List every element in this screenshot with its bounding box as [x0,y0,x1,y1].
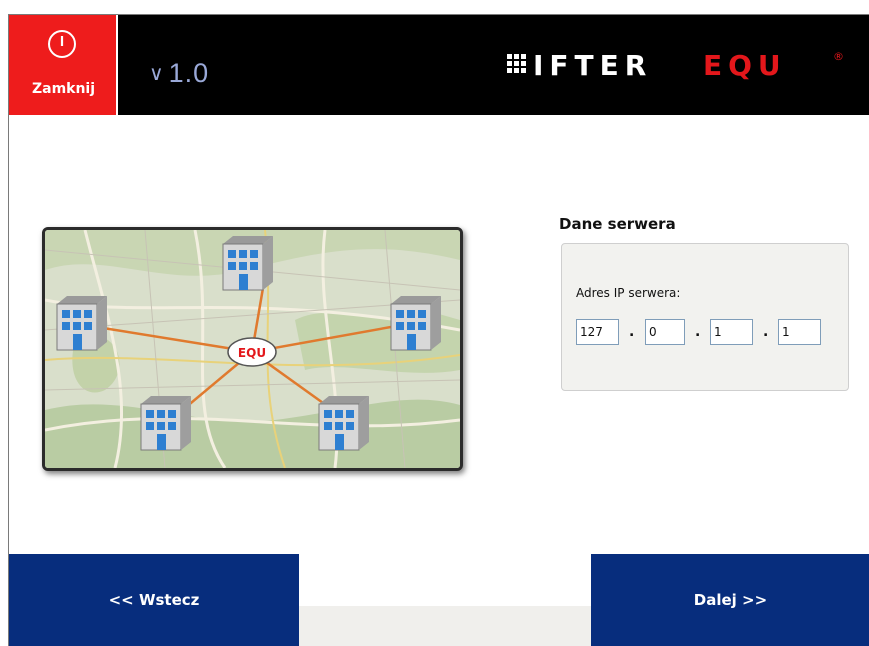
ip-octet-1-input[interactable] [576,319,619,345]
logo-text-ifter: IFTER [533,49,652,82]
close-button-label: Zamknij [31,81,96,97]
header-bar: Zamknij ∨ 1.0 IFTER EQU ® [9,15,869,115]
network-map-illustration: EQU [42,227,463,471]
logo-text-equ: EQU [703,49,787,82]
building-icon [390,296,441,351]
ip-octet-4-input[interactable] [778,319,821,345]
footer-strip [299,606,591,646]
building-icon [318,396,369,451]
power-icon [48,30,76,58]
ip-octet-3-input[interactable] [710,319,753,345]
ip-address-label: Adres IP serwera: [576,286,681,300]
ip-octet-2-input[interactable] [645,319,685,345]
building-icon [140,396,191,451]
version-number: 1.0 [168,58,210,88]
version-chevron: ∨ [149,63,165,85]
ip-separator: . [695,324,701,340]
ifter-equ-logo: IFTER EQU ® [507,49,844,82]
network-map-graphic: EQU [45,230,460,468]
close-button[interactable]: Zamknij [9,15,118,115]
building-icon [222,236,273,291]
building-icon [56,296,107,351]
hub-label: EQU [238,346,266,360]
server-settings-group: Adres IP serwera: . . . [561,243,849,391]
ip-separator: . [629,324,635,340]
section-title-server: Dane serwera [559,215,676,233]
back-button[interactable]: << Wstecz [9,554,299,646]
next-button[interactable]: Dalej >> [591,554,869,646]
version-label: ∨ 1.0 [149,58,209,89]
registered-mark: ® [833,50,844,63]
equ-hub-icon: EQU [227,337,277,367]
installer-window: Zamknij ∨ 1.0 IFTER EQU ® EQU Dane serwe… [8,14,869,646]
ip-separator: . [763,324,769,340]
